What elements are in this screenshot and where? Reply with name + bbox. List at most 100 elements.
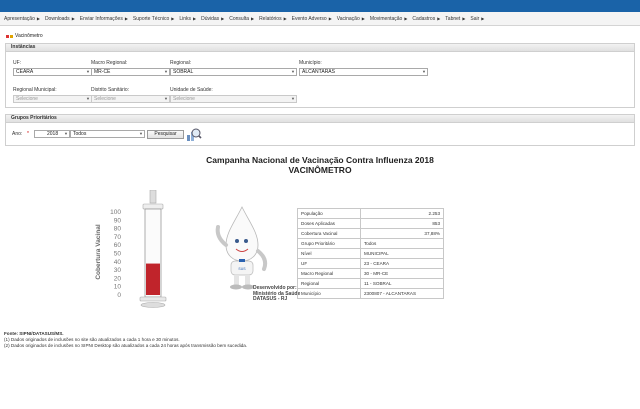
triangle-right-icon: ▶ — [404, 16, 408, 21]
menu-item-1[interactable]: Downloads ▶ — [45, 16, 75, 22]
menu-item-6[interactable]: Consulta ▶ — [229, 16, 254, 22]
stats-value: 2300807 - ALCANTARAS — [360, 288, 444, 299]
stats-row: Nível MUNICIPAL — [297, 248, 444, 259]
stats-value: Todos — [360, 238, 444, 249]
menu-item-11[interactable]: Cadastros ▶ — [412, 16, 440, 22]
stats-value: MUNICIPAL — [360, 248, 444, 259]
macro-select[interactable]: MR-CE ▼ — [91, 68, 170, 76]
triangle-right-icon: ▶ — [124, 16, 128, 21]
municipio-select[interactable]: ALCANTARAS ▼ — [299, 68, 428, 76]
stats-label: Macro Regional — [297, 268, 361, 279]
gauge-tick-label: 70 — [114, 234, 122, 241]
coverage-gauge: Cobertura Vacinal 1009080706050403020100 — [95, 190, 167, 308]
distrito-select[interactable]: Selecione ▼ — [91, 95, 170, 103]
menu-item-label: Evento Adverso — [291, 15, 327, 22]
menu-item-9[interactable]: Vacinação ▶ — [337, 16, 365, 22]
regional-municipal-select[interactable]: Selecione ▼ — [13, 95, 92, 103]
uf-value: CEARA — [16, 69, 34, 75]
chevron-down-icon: ▼ — [422, 69, 426, 74]
chevron-down-icon: ▼ — [164, 96, 168, 101]
grupos-title: Grupos Prioritários — [6, 115, 634, 123]
stats-label: Regional — [297, 278, 361, 289]
menu-item-label: Vacinação — [336, 15, 360, 22]
breadcrumb: Vacinômetro — [6, 33, 43, 39]
chevron-down-icon: ▼ — [164, 69, 168, 74]
stats-value: 2.253 — [360, 208, 444, 219]
regional-select[interactable]: SOBRAL ▼ — [170, 68, 297, 76]
triangle-right-icon: ▶ — [437, 16, 441, 21]
macro-label: Macro Regional: — [91, 60, 128, 66]
menu-item-label: Dúvidas — [201, 15, 220, 22]
menu-item-0[interactable]: Apresentação ▶ — [4, 16, 40, 22]
menu-item-label: Enviar Informações — [79, 15, 123, 22]
menu-item-label: Links — [179, 15, 192, 22]
triangle-right-icon: ▶ — [283, 16, 287, 21]
menu-item-2[interactable]: Enviar Informações ▶ — [80, 16, 128, 22]
chevron-down-icon: ▼ — [139, 131, 143, 136]
distrito-label: Distrito Sanitário: — [91, 87, 130, 93]
menu-item-label: Apresentação — [4, 15, 35, 22]
unidade-select[interactable]: Selecione ▼ — [170, 95, 297, 103]
syringe-needle — [149, 190, 157, 204]
triangle-right-icon: ▶ — [462, 16, 466, 21]
pesquisar-button[interactable]: Pesquisar — [147, 130, 184, 139]
campaign-subtitle: VACINÔMETRO — [288, 165, 352, 175]
triangle-right-icon: ▶ — [328, 16, 332, 21]
menu-item-8[interactable]: Evento Adverso ▶ — [292, 16, 332, 22]
municipio-value: ALCANTARAS — [302, 69, 335, 75]
stats-row: Doses Aplicadas 853 — [297, 218, 444, 229]
gauge-tick-label: 60 — [114, 242, 122, 249]
search-chart-icon[interactable] — [186, 126, 202, 142]
ano-select[interactable]: 2018 ▼ — [34, 130, 70, 138]
stats-label: Grupo Prioritário — [297, 238, 361, 249]
sus-badge: SUS — [238, 267, 246, 271]
unidade-label: Unidade de Saúde: — [170, 87, 213, 93]
regional-municipal-label: Regional Municipal: — [13, 87, 57, 93]
uf-label: UF: — [13, 60, 22, 66]
syringe-plunger — [140, 302, 166, 308]
source-text: Fonte: SIPNI/DATASUS/MS. — [4, 331, 64, 336]
cross-icon — [239, 259, 245, 262]
stats-label: UF — [297, 258, 361, 269]
main-menu: Apresentação ▶ Downloads ▶ Enviar Informaçõe… — [0, 12, 640, 26]
stats-value: 23 - CEARA — [360, 258, 444, 269]
yellow-flag-icon — [10, 34, 13, 38]
menu-item-3[interactable]: Suporte Técnico ▶ — [133, 16, 174, 22]
triangle-right-icon: ▶ — [361, 16, 365, 21]
menu-item-10[interactable]: Movimentação ▶ — [370, 16, 408, 22]
chevron-down-icon: ▼ — [86, 69, 90, 74]
municipio-label: Município: — [299, 60, 322, 66]
stats-label: Cobertura Vacinal — [297, 228, 361, 239]
campaign-title: Campanha Nacional de Vacinação Contra In… — [206, 155, 434, 165]
gauge-tick-label: 40 — [114, 259, 122, 266]
triangle-right-icon: ▶ — [171, 16, 175, 21]
breadcrumb-label: Vacinômetro — [15, 33, 43, 39]
coverage-fill — [146, 263, 160, 295]
macro-value: MR-CE — [94, 69, 111, 75]
uf-select[interactable]: CEARA ▼ — [13, 68, 92, 76]
menu-item-4[interactable]: Links ▶ — [179, 16, 196, 22]
stats-row: UF 23 - CEARA — [297, 258, 444, 269]
regional-municipal-value: Selecione — [16, 96, 38, 102]
instancias-title: Instâncias — [6, 44, 634, 52]
stats-value: 30 - MR-CE — [360, 268, 444, 279]
menu-item-label: Sair — [470, 15, 480, 22]
menu-item-label: Tabnet — [445, 15, 461, 22]
stats-label: Município — [297, 288, 361, 299]
grupo-select[interactable]: Todos ▼ — [70, 130, 145, 138]
menu-item-5[interactable]: Dúvidas ▶ — [201, 16, 224, 22]
menu-item-13[interactable]: Sair ▶ — [470, 16, 484, 22]
red-flag-icon — [6, 34, 9, 38]
stats-value: 37,88% — [360, 228, 444, 239]
stats-row: Cobertura Vacinal 37,88% — [297, 228, 444, 239]
chevron-down-icon: ▼ — [291, 69, 295, 74]
gauge-tick-label: 0 — [117, 292, 121, 299]
stats-row: Município 2300807 - ALCANTARAS — [297, 288, 444, 299]
credit-line-3: DATASUS - RJ — [253, 296, 288, 302]
menu-item-label: Suporte Técnico — [132, 15, 170, 22]
menu-item-7[interactable]: Relatórios ▶ — [259, 16, 287, 22]
menu-item-12[interactable]: Tabnet ▶ — [445, 16, 465, 22]
credits: Desenvolvido por: Ministério da Saúde DA… — [253, 285, 300, 303]
top-banner — [0, 0, 640, 12]
stats-label: Doses Aplicadas — [297, 218, 361, 229]
